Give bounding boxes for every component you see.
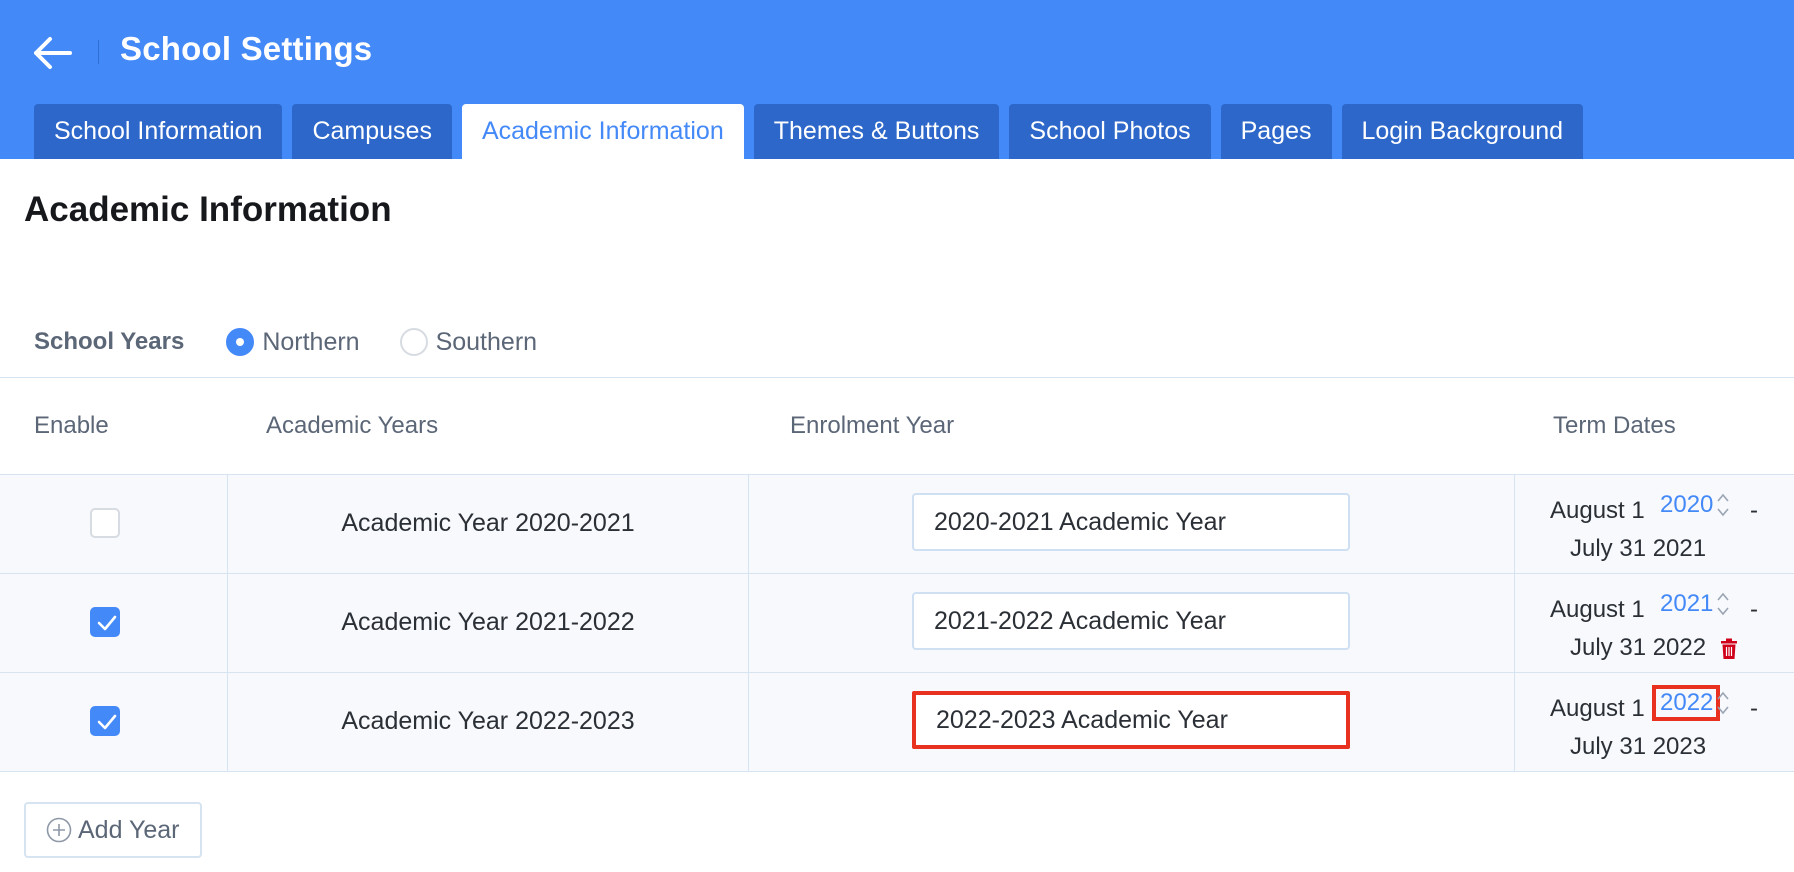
header-term-dates: Term Dates	[1553, 412, 1676, 439]
term-end-date: July 31 2022	[1570, 634, 1707, 661]
term-start-date: August 1	[1550, 695, 1645, 722]
settings-tabs: School Information Campuses Academic Inf…	[34, 104, 1584, 159]
term-dates: August 1 2022 - July 31 2023	[1516, 685, 1794, 760]
header-divider	[98, 40, 99, 64]
start-year-value: 2020	[1660, 491, 1714, 518]
column-divider	[748, 475, 749, 573]
term-dates: August 1 2021 - July 31 2022	[1516, 588, 1794, 661]
term-start-date: August 1	[1550, 497, 1645, 524]
start-year-stepper[interactable]: 2022	[1652, 685, 1734, 721]
checkmark-icon	[97, 714, 117, 730]
enable-checkbox[interactable]	[90, 508, 120, 538]
table-header: Enable Academic Years Enrolment Year Ter…	[0, 377, 1794, 475]
back-button[interactable]	[30, 36, 74, 70]
highlight-box	[1652, 685, 1720, 721]
table-row: Academic Year 2020-2021 August 1 2020 - …	[0, 475, 1794, 574]
start-year-stepper[interactable]: 2020	[1652, 489, 1734, 521]
chevron-up-down-icon[interactable]	[1716, 491, 1730, 519]
trash-icon[interactable]	[1720, 638, 1738, 660]
term-dates: August 1 2020 - July 31 2021	[1516, 489, 1794, 562]
tab-school-photos[interactable]: School Photos	[1009, 104, 1211, 159]
radio-southern[interactable]: Southern	[399, 327, 538, 357]
enrolment-year-input[interactable]	[912, 691, 1350, 749]
column-divider	[748, 673, 749, 771]
chevron-up-down-icon[interactable]	[1716, 689, 1730, 717]
enrolment-year-input[interactable]	[912, 493, 1350, 551]
tab-school-information[interactable]: School Information	[34, 104, 283, 159]
radio-southern-button[interactable]	[399, 328, 428, 356]
section-title: Academic Information	[24, 190, 392, 229]
header-enrolment-year: Enrolment Year	[790, 412, 955, 439]
checkmark-icon	[97, 615, 117, 631]
enrolment-year-input[interactable]	[912, 592, 1350, 650]
enable-checkbox[interactable]	[90, 607, 120, 637]
academic-year-label: Academic Year 2021-2022	[341, 608, 635, 636]
term-date-separator: -	[1750, 596, 1758, 623]
enable-checkbox[interactable]	[90, 706, 120, 736]
academic-years-table: Enable Academic Years Enrolment Year Ter…	[0, 377, 1794, 772]
academic-year-label: Academic Year 2020-2021	[341, 509, 635, 537]
radio-northern-label: Northern	[262, 327, 360, 356]
school-years-group: School Years Northern Southern	[34, 322, 577, 362]
column-divider	[1514, 574, 1515, 672]
table-row: Academic Year 2021-2022 August 1 2021 - …	[0, 574, 1794, 673]
add-year-label: Add Year	[78, 815, 180, 844]
term-date-separator: -	[1750, 497, 1758, 524]
radio-northern-button[interactable]	[226, 328, 255, 356]
tab-login-background[interactable]: Login Background	[1341, 104, 1584, 159]
school-years-label: School Years	[34, 328, 185, 355]
term-start-date: August 1	[1550, 596, 1645, 623]
column-divider	[1514, 475, 1515, 573]
plus-circle-icon	[46, 817, 72, 843]
tab-campuses[interactable]: Campuses	[292, 104, 452, 159]
start-year-stepper[interactable]: 2021	[1652, 588, 1734, 620]
tab-pages[interactable]: Pages	[1220, 104, 1332, 159]
header-academic-years: Academic Years	[266, 412, 439, 439]
column-divider	[748, 574, 749, 672]
chevron-up-down-icon[interactable]	[1716, 590, 1730, 618]
term-end-date: July 31 2023	[1570, 733, 1707, 760]
start-year-value: 2021	[1660, 590, 1714, 617]
page-title: School Settings	[120, 30, 373, 67]
tab-academic-information[interactable]: Academic Information	[461, 104, 744, 159]
arrow-left-icon	[34, 37, 72, 69]
add-year-button[interactable]: Add Year	[24, 802, 202, 858]
header-enable: Enable	[34, 412, 109, 439]
app-header: School Settings School Information Campu…	[0, 0, 1794, 159]
term-date-separator: -	[1750, 695, 1758, 722]
radio-northern[interactable]: Northern	[226, 327, 360, 357]
table-row: Academic Year 2022-2023 August 1 2022 - …	[0, 673, 1794, 772]
radio-southern-label: Southern	[435, 327, 538, 356]
academic-year-label: Academic Year 2022-2023	[341, 707, 635, 735]
tab-themes-buttons[interactable]: Themes & Buttons	[753, 104, 1000, 159]
term-end-date: July 31 2021	[1570, 535, 1707, 562]
column-divider	[1514, 673, 1515, 771]
